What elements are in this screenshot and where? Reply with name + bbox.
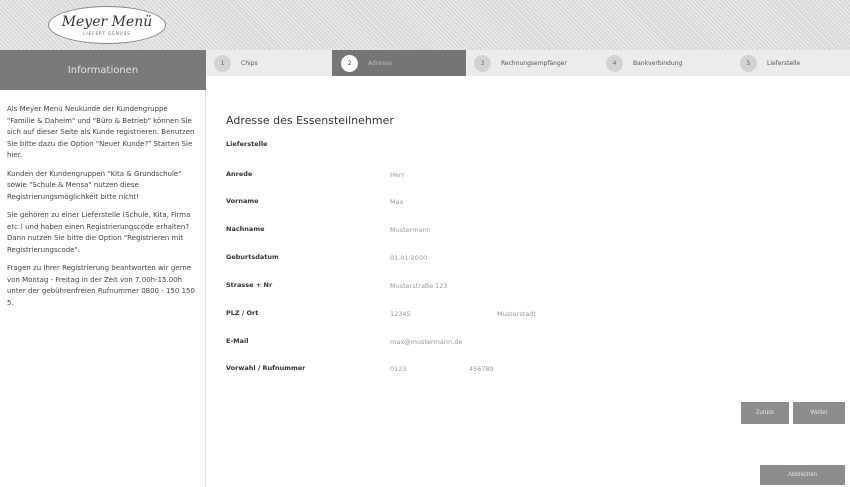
geburtsdatum-field[interactable]: 01.01.2000 — [390, 254, 427, 262]
form-title: Adresse des Essensteilnehmer — [226, 114, 394, 127]
sidebar-info: Als Meyer Menü Neukunde der Kundengruppe… — [0, 90, 206, 487]
logo-tagline: LIEFERT GENUSS — [83, 30, 131, 36]
step-number: 3 — [474, 54, 491, 72]
rufnummer-field[interactable]: 456789 — [469, 365, 494, 373]
back-button[interactable]: Zurück — [741, 402, 789, 424]
step-lieferstelle[interactable]: 5 Lieferstelle — [740, 50, 840, 76]
step-bankverbindung[interactable]: 4 Bankverbindung — [606, 50, 716, 76]
step-label: Rechnungsempfänger — [501, 59, 567, 67]
header-bar: Meyer Menü LIEFERT GENUSS — [0, 0, 850, 50]
step-number: 4 — [606, 54, 623, 72]
anrede-field[interactable]: Herr — [390, 171, 404, 179]
step-chips[interactable]: 1 Chips — [214, 50, 314, 76]
plz-ort-label: PLZ / Ort — [226, 309, 259, 317]
logo-wordmark: Meyer Menü — [61, 13, 153, 30]
step-number: 2 — [341, 54, 358, 72]
info-paragraph: Fragen zu Ihrer Registrierung beantworte… — [7, 264, 195, 307]
info-paragraph: Sie gehören zu einer Lieferstelle (Schul… — [7, 211, 191, 254]
email-label: E-Mail — [226, 337, 249, 345]
email-field[interactable]: max@mustermann.de — [390, 338, 462, 346]
nachname-label: Nachname — [226, 225, 265, 233]
step-progress-bar: 1 Chips 2 Adresse 3 Rechnungsempfänger 4… — [206, 50, 850, 76]
info-paragraph: Als Meyer Menü Neukunde der Kundengruppe… — [7, 105, 195, 159]
vorwahl-field[interactable]: 0123 — [390, 365, 407, 373]
step-label: Adresse — [368, 59, 392, 67]
ort-field[interactable]: Musterstadt — [497, 310, 536, 318]
anrede-label: Anrede — [226, 170, 253, 178]
next-button[interactable]: Weiter — [793, 402, 845, 424]
step-label: Chips — [241, 59, 258, 67]
lieferstelle-label: Lieferstelle — [226, 140, 268, 148]
step-rechnungsempfaenger[interactable]: 3 Rechnungsempfänger — [474, 50, 598, 76]
info-paragraph: Kunden der Kundengruppen "Kita & Grundsc… — [7, 169, 182, 201]
step-label: Lieferstelle — [767, 59, 801, 67]
telefon-label: Vorwahl / Rufnummer — [226, 364, 306, 372]
step-adresse[interactable]: 2 Adresse — [332, 50, 466, 76]
abort-button[interactable]: Abbrechen — [760, 465, 845, 485]
vorname-label: Vorname — [226, 197, 259, 205]
plz-field[interactable]: 12345 — [390, 310, 411, 318]
step-label: Bankverbindung — [633, 59, 683, 67]
step-number: 5 — [740, 54, 757, 72]
nachname-field[interactable]: Mustermann — [390, 226, 431, 234]
step-number: 1 — [214, 54, 231, 72]
sidebar-title: Informationen — [0, 50, 206, 90]
strasse-label: Strasse + Nr — [226, 281, 273, 289]
strasse-field[interactable]: Musterstraße 123 — [390, 282, 448, 290]
vorname-field[interactable]: Max — [390, 198, 403, 206]
brand-logo[interactable]: Meyer Menü LIEFERT GENUSS — [48, 6, 166, 44]
geburtsdatum-label: Geburtsdatum — [226, 253, 279, 261]
